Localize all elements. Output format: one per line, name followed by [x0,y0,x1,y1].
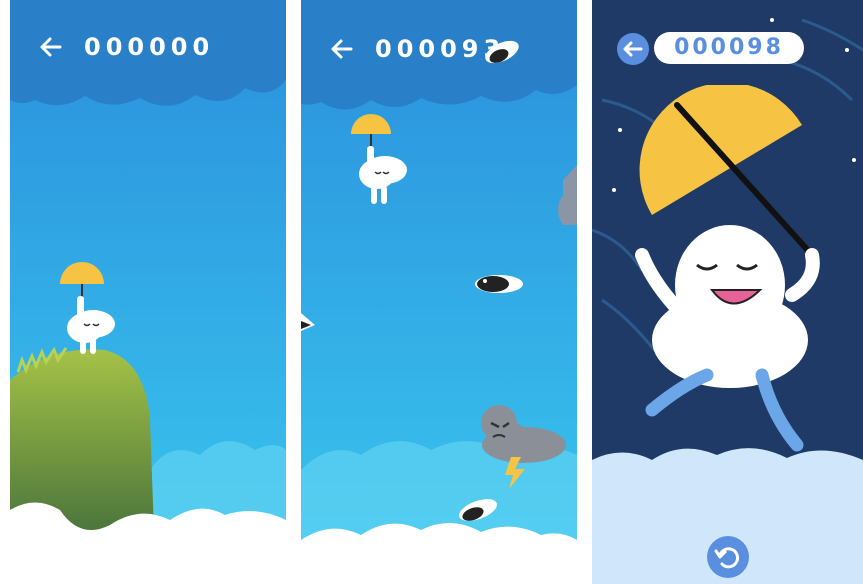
sky-background [10,0,286,584]
happy-cloud-character-with-umbrella [635,85,820,452]
score-counter: 000098 [654,32,804,64]
penguin-bird [301,313,315,331]
arrow-left-icon [331,39,353,59]
score-counter: 000000 [84,33,215,61]
cloud-character-with-umbrella [60,262,115,354]
cloud-character-with-umbrella [351,114,407,204]
penguin-bird [485,40,519,64]
sky-background [301,0,577,584]
penguin-bird [458,499,498,521]
arrow-left-icon [40,37,62,57]
back-button[interactable] [329,36,355,62]
arrow-left-icon [617,33,649,65]
game-panel-game-over: 000098 [592,0,863,584]
replay-icon [707,536,749,578]
storm-cloud [481,405,566,489]
game-panel-start: 000000 [10,0,286,584]
back-button[interactable] [616,32,650,66]
replay-button[interactable] [706,535,750,579]
back-button[interactable] [38,34,64,60]
game-panel-flying: 000093 [301,0,577,584]
penguin-bird [475,275,523,293]
